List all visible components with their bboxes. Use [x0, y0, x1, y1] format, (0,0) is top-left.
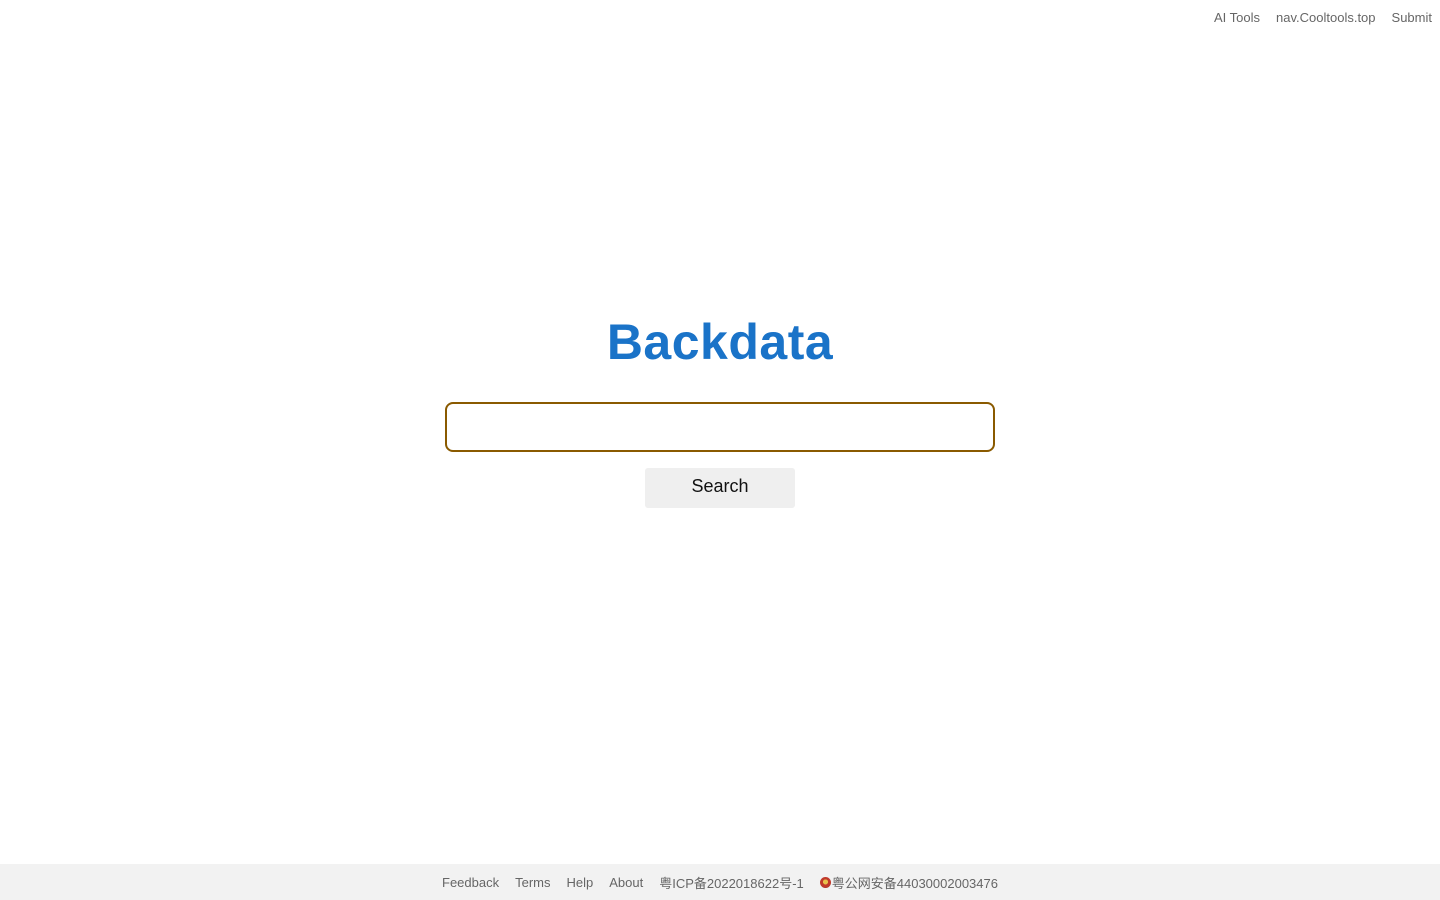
nav-link-submit[interactable]: Submit: [1392, 10, 1432, 26]
site-logo: Backdata: [606, 314, 834, 370]
search-button[interactable]: Search: [645, 468, 795, 508]
footer: Feedback Terms Help About 粤ICP备202201862…: [0, 864, 1440, 900]
nav-link-ai-tools[interactable]: AI Tools: [1214, 10, 1260, 26]
nav-link-cooltools[interactable]: nav.Cooltools.top: [1276, 10, 1376, 26]
footer-link-about[interactable]: About: [609, 875, 643, 890]
footer-link-help[interactable]: Help: [566, 875, 593, 890]
footer-link-terms[interactable]: Terms: [515, 875, 550, 890]
police-record-label: 粤公网安备44030002003476: [831, 875, 998, 891]
page: AI Tools nav.Cooltools.top Submit Backda…: [0, 0, 1440, 900]
top-nav: AI Tools nav.Cooltools.top Submit: [1214, 10, 1432, 26]
footer-link-feedback[interactable]: Feedback: [442, 875, 499, 890]
footer-link-icp[interactable]: 粤ICP备2022018622号-1: [659, 873, 804, 892]
footer-link-police-record[interactable]: 粤公网安备44030002003476: [819, 873, 998, 892]
search-input[interactable]: [445, 402, 995, 452]
police-badge-icon: [819, 876, 831, 888]
